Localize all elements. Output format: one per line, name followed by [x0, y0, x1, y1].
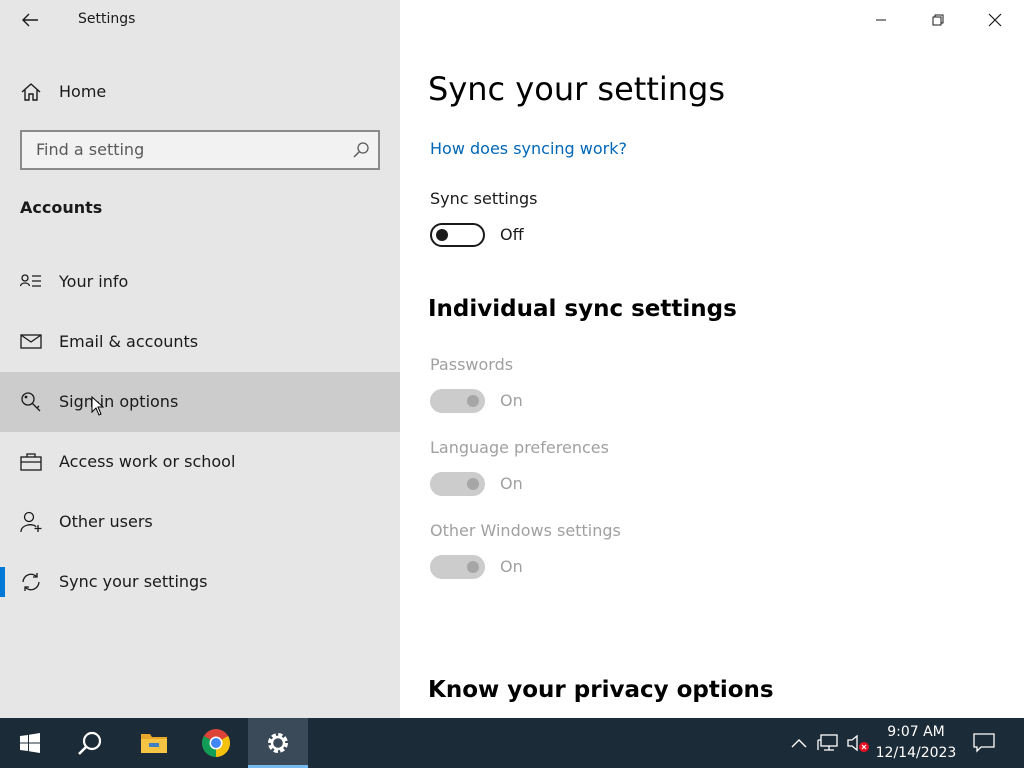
chrome-icon	[202, 729, 230, 757]
sidebar-item-label: Sync your settings	[59, 572, 208, 591]
sidebar: Settings Home Accounts Your info	[0, 0, 400, 718]
passwords-state: On	[500, 391, 523, 410]
volume-button[interactable]	[844, 718, 872, 768]
sidebar-item-email-accounts[interactable]: Email & accounts	[0, 312, 400, 372]
language-preferences-label: Language preferences	[430, 438, 609, 457]
home-label: Home	[59, 82, 107, 101]
clock-date: 12/14/2023	[875, 745, 957, 761]
network-button[interactable]	[814, 718, 842, 768]
sync-settings-toggle[interactable]	[430, 223, 485, 247]
windows-logo-icon	[20, 733, 40, 753]
toggle-knob	[467, 395, 479, 407]
app-title: Settings	[78, 11, 136, 27]
sidebar-item-your-info[interactable]: Your info	[0, 252, 400, 312]
passwords-label: Passwords	[430, 355, 514, 374]
language-preferences-state: On	[500, 474, 523, 493]
other-windows-settings-state: On	[500, 557, 523, 576]
taskbar-search-button[interactable]	[60, 718, 120, 768]
start-button[interactable]	[0, 718, 60, 768]
toggle-knob	[467, 561, 479, 573]
search-input[interactable]	[36, 140, 336, 159]
active-indicator	[0, 567, 5, 597]
sidebar-item-sign-in-options[interactable]: Sign-in options	[0, 372, 400, 432]
sync-icon	[22, 573, 40, 591]
individual-sync-heading: Individual sync settings	[428, 296, 737, 322]
clock-time: 9:07 AM	[887, 724, 945, 740]
restore-button[interactable]	[909, 0, 966, 40]
sidebar-item-label: Sign-in options	[59, 392, 179, 411]
key-icon	[21, 392, 41, 412]
home-icon	[21, 83, 41, 101]
privacy-heading: Know your privacy options	[428, 677, 774, 703]
taskbar: 9:07 AM 12/14/2023	[0, 718, 1024, 768]
close-icon	[988, 13, 1001, 27]
help-link[interactable]: How does syncing work?	[430, 139, 627, 158]
minimize-button[interactable]	[852, 0, 909, 40]
add-user-icon	[20, 511, 42, 533]
sidebar-item-sync-settings[interactable]: Sync your settings	[0, 552, 400, 612]
sidebar-item-access-work-school[interactable]: Access work or school	[0, 432, 400, 492]
sidebar-item-label: Other users	[59, 512, 153, 531]
sidebar-item-label: Email & accounts	[59, 332, 199, 351]
notification-icon	[973, 733, 995, 753]
contact-card-icon	[20, 274, 41, 287]
passwords-toggle[interactable]	[430, 389, 485, 413]
settings-icon	[268, 733, 288, 753]
page-title: Sync your settings	[428, 70, 726, 108]
volume-muted-icon	[847, 734, 869, 752]
sidebar-nav: Your info Email & accounts Sign-in optio…	[0, 252, 400, 612]
restore-icon	[932, 14, 943, 26]
file-explorer-button[interactable]	[124, 718, 184, 768]
section-title: Accounts	[20, 198, 103, 217]
sidebar-item-label: Access work or school	[59, 452, 236, 471]
search-icon	[78, 731, 102, 755]
search-icon[interactable]	[352, 141, 370, 159]
chevron-up-icon	[791, 739, 807, 748]
back-arrow-icon	[22, 13, 38, 27]
search-box[interactable]	[20, 130, 380, 170]
network-icon	[817, 734, 838, 751]
show-hidden-icons-button[interactable]	[786, 718, 812, 768]
chrome-button[interactable]	[186, 718, 246, 768]
toggle-knob	[436, 229, 448, 241]
action-center-button[interactable]	[964, 718, 1004, 768]
sync-settings-state: Off	[500, 225, 524, 244]
toggle-knob	[467, 478, 479, 490]
language-preferences-toggle[interactable]	[430, 472, 485, 496]
mouse-cursor-icon	[91, 396, 105, 416]
mail-icon	[20, 334, 42, 349]
clock[interactable]: 9:07 AM 12/14/2023	[872, 722, 960, 764]
sidebar-item-home[interactable]: Home	[0, 72, 400, 112]
sidebar-item-label: Your info	[59, 272, 129, 291]
close-button[interactable]	[966, 0, 1023, 40]
other-windows-settings-label: Other Windows settings	[430, 521, 621, 540]
sidebar-item-other-users[interactable]: Other users	[0, 492, 400, 552]
settings-taskbar-button[interactable]	[248, 718, 308, 768]
file-explorer-icon	[141, 734, 167, 753]
sync-settings-label: Sync settings	[430, 189, 538, 208]
briefcase-icon	[20, 453, 42, 471]
other-windows-settings-toggle[interactable]	[430, 555, 485, 579]
minimize-icon	[875, 19, 886, 21]
back-button[interactable]	[14, 6, 46, 34]
